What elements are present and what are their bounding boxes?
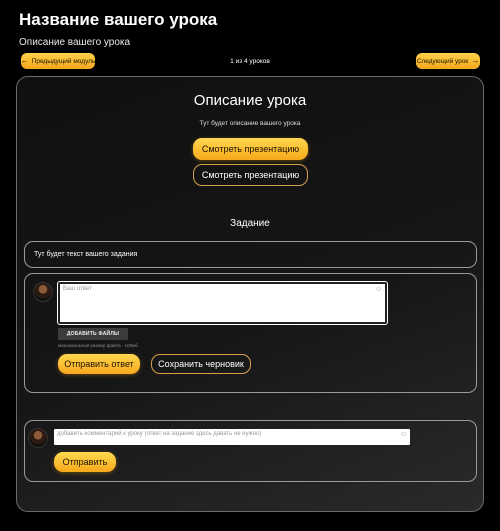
emoji-icon[interactable]: ☺ bbox=[375, 286, 382, 293]
view-presentation-button[interactable]: Смотреть презентацию bbox=[193, 138, 308, 160]
submit-answer-button[interactable]: Отправить ответ bbox=[58, 354, 140, 374]
comment-textarea[interactable]: добавить комментарий к уроку (ответ на з… bbox=[54, 429, 410, 445]
next-lesson-button[interactable]: Следующий урок → bbox=[416, 53, 480, 69]
task-text-box: Тут будет текст вашего задания bbox=[24, 241, 477, 268]
arrow-right-icon: → bbox=[471, 56, 480, 65]
view-presentation-outline-button[interactable]: Смотреть презентацию bbox=[193, 164, 308, 186]
answer-textarea[interactable]: Ваш ответ ☺ bbox=[57, 281, 388, 325]
add-files-button[interactable]: ДОБАВИТЬ ФАЙЛЫ bbox=[58, 328, 128, 340]
lesson-card: Описание урока Тут будет описание вашего… bbox=[16, 76, 484, 512]
upload-size-hint: максимальный размер файла - 100мб bbox=[58, 343, 138, 348]
page-subtitle: Описание вашего урока bbox=[19, 37, 131, 48]
task-text: Тут будет текст вашего задания bbox=[34, 251, 138, 258]
task-heading: Задание bbox=[230, 218, 270, 229]
send-comment-button[interactable]: Отправить bbox=[54, 452, 116, 472]
lesson-description: Тут будет описание вашего урока bbox=[199, 120, 301, 127]
save-draft-button[interactable]: Сохранить черновик bbox=[151, 354, 251, 374]
comment-form: добавить комментарий к уроку (ответ на з… bbox=[24, 420, 477, 482]
answer-placeholder: Ваш ответ bbox=[63, 286, 92, 292]
comment-placeholder: добавить комментарий к уроку (ответ на з… bbox=[57, 431, 262, 437]
comment-user-avatar bbox=[28, 428, 48, 448]
page-title: Название вашего урока bbox=[19, 10, 218, 29]
comment-emoji-icon[interactable]: ☺ bbox=[400, 431, 407, 438]
answer-form: Ваш ответ ☺ ДОБАВИТЬ ФАЙЛЫ максимальный … bbox=[24, 273, 477, 393]
lesson-title: Описание урока bbox=[193, 92, 307, 109]
next-lesson-label: Следующий урок bbox=[416, 57, 469, 65]
user-avatar bbox=[33, 282, 53, 302]
